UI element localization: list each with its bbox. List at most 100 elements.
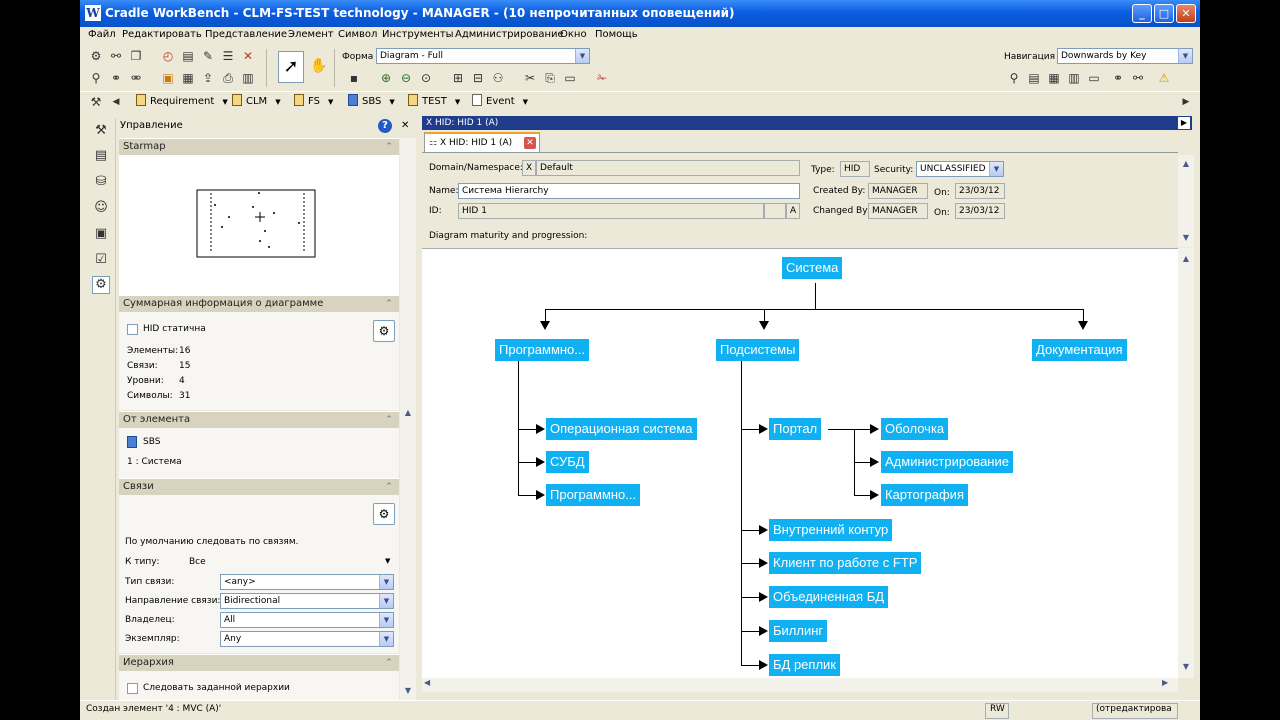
- security-select[interactable]: UNCLASSIFIED ▼: [916, 161, 1004, 177]
- list-icon[interactable]: ▤: [1026, 70, 1042, 86]
- category-event[interactable]: Event ▼: [472, 93, 528, 111]
- node-internal-circuit[interactable]: Внутренний контур: [769, 519, 893, 541]
- direction-select[interactable]: Bidirectional ▼: [220, 593, 394, 609]
- link-items-icon[interactable]: ⚯: [108, 48, 124, 64]
- menu-help[interactable]: Помощь: [595, 29, 638, 40]
- table-icon[interactable]: ▦: [1046, 70, 1062, 86]
- hid-static-checkbox[interactable]: [127, 324, 138, 335]
- category-fs[interactable]: FS ▼: [294, 93, 333, 111]
- node-administration[interactable]: Администрирование: [881, 451, 1013, 473]
- chevron-down-icon[interactable]: ▼: [989, 162, 1003, 176]
- category-requirement[interactable]: Requirement ▼: [136, 93, 228, 111]
- print-preview-icon[interactable]: ▦: [180, 70, 196, 86]
- chevron-right-icon[interactable]: ▶: [1178, 94, 1194, 110]
- chevron-down-icon[interactable]: ▼: [275, 98, 280, 106]
- menu-element[interactable]: Элемент: [288, 29, 334, 40]
- delete-icon[interactable]: ✕: [240, 48, 256, 64]
- node-united-db[interactable]: Объединенная БД: [769, 586, 889, 608]
- node-ftp-client[interactable]: Клиент по работе с FTP: [769, 552, 922, 574]
- hierarchy-header[interactable]: Иерархия ⌃: [119, 654, 399, 671]
- links-header[interactable]: Связи ⌃: [119, 478, 399, 495]
- id-field[interactable]: HID 1: [458, 203, 764, 219]
- from-element-item[interactable]: SBS: [143, 437, 160, 447]
- chevron-down-icon[interactable]: ▼: [1178, 49, 1192, 63]
- search-icon[interactable]: ⚲: [1006, 70, 1022, 86]
- node-replica-db[interactable]: БД реплик: [769, 654, 840, 676]
- chevron-down-icon[interactable]: ▼: [389, 98, 394, 106]
- tree-layout-icon[interactable]: ⊟: [470, 70, 486, 86]
- collapse-icon[interactable]: ⌃: [383, 414, 395, 426]
- navigation-select[interactable]: Downwards by Key ▼: [1057, 48, 1193, 64]
- zoom-in-icon[interactable]: ⊕: [378, 70, 394, 86]
- scroll-up-icon[interactable]: ▲: [1179, 157, 1193, 171]
- scroll-down-icon[interactable]: ▼: [1179, 231, 1193, 245]
- summary-header[interactable]: Суммарная информация о диаграмме ⌃: [119, 295, 399, 312]
- open-folder-icon[interactable]: ▣: [160, 70, 176, 86]
- binoculars-icon[interactable]: ⚇: [490, 70, 506, 86]
- edit-icon[interactable]: ✎: [200, 48, 216, 64]
- delete-cut-icon[interactable]: ✁: [594, 70, 610, 86]
- list-view-icon[interactable]: ▤: [92, 148, 110, 166]
- menu-tools[interactable]: Инструменты: [382, 29, 454, 40]
- chevron-down-icon[interactable]: ▼: [379, 575, 393, 589]
- select-pointer-icon[interactable]: ➚: [278, 51, 304, 83]
- node-dbms[interactable]: СУБД: [546, 451, 589, 473]
- document-icon[interactable]: ▭: [1086, 70, 1102, 86]
- domain-x-field[interactable]: X: [522, 160, 536, 176]
- chevron-right-icon[interactable]: ▶: [1178, 117, 1190, 129]
- tools-icon[interactable]: ⚒: [88, 94, 104, 110]
- node-documentation[interactable]: Документация: [1032, 339, 1127, 361]
- starmap-header[interactable]: Starmap ⌃: [119, 138, 399, 155]
- category-test[interactable]: TEST ▼: [408, 93, 460, 111]
- new-item-icon[interactable]: ⚙: [88, 48, 104, 64]
- chain-link-icon[interactable]: ⚯: [1130, 70, 1146, 86]
- node-software-2[interactable]: Программно...: [546, 484, 641, 506]
- node-portal[interactable]: Портал: [769, 418, 822, 440]
- tools-icon[interactable]: ⚒: [92, 123, 110, 141]
- created-by-field[interactable]: MANAGER: [868, 183, 928, 199]
- scroll-up-icon[interactable]: ▲: [1179, 252, 1193, 266]
- node-root[interactable]: Система: [782, 257, 843, 279]
- database-icon[interactable]: ⛁: [92, 174, 110, 192]
- starmap-view[interactable]: [119, 155, 399, 295]
- node-os[interactable]: Операционная система: [546, 418, 697, 440]
- chevron-down-icon[interactable]: ▼: [328, 98, 333, 106]
- control-panel-icon[interactable]: ⚙: [92, 276, 110, 294]
- category-sbs[interactable]: SBS ▼: [348, 93, 395, 111]
- instance-select[interactable]: Any ▼: [220, 631, 394, 647]
- page-setup-icon[interactable]: ▥: [240, 70, 256, 86]
- chevron-down-icon[interactable]: ▼: [379, 613, 393, 627]
- id-version-field[interactable]: A: [786, 203, 800, 219]
- zoom-out-icon[interactable]: ⊖: [398, 70, 414, 86]
- scroll-right-icon[interactable]: ▶: [1162, 678, 1168, 687]
- follow-hierarchy-checkbox[interactable]: [127, 683, 138, 694]
- left-panel-scrollbar[interactable]: ▲ ▼: [400, 138, 416, 700]
- collapse-icon[interactable]: ⌃: [383, 141, 395, 153]
- menu-admin[interactable]: Администрирование: [455, 29, 564, 40]
- name-field[interactable]: Система Hierarchy: [458, 183, 800, 199]
- relate-icon[interactable]: ⚮: [128, 70, 144, 86]
- canvas-hscrollbar[interactable]: ◀ ▶: [422, 678, 1178, 692]
- created-on-field[interactable]: 23/03/12: [955, 183, 1005, 199]
- properties-icon[interactable]: ☰: [220, 48, 236, 64]
- checklist-icon[interactable]: ☑: [92, 252, 110, 270]
- query-icon[interactable]: ⚲: [88, 70, 104, 86]
- zoom-fit-icon[interactable]: ⊙: [418, 70, 434, 86]
- layout-icon[interactable]: ⊞: [450, 70, 466, 86]
- close-tab-icon[interactable]: ✕: [524, 137, 536, 149]
- chevron-down-icon[interactable]: ▼: [523, 98, 528, 106]
- domain-field[interactable]: Default: [536, 160, 800, 176]
- node-subsystems[interactable]: Подсистемы: [716, 339, 800, 361]
- category-clm[interactable]: CLM ▼: [232, 93, 281, 111]
- scroll-up-icon[interactable]: ▲: [401, 406, 415, 420]
- clock-icon[interactable]: ◴: [160, 48, 176, 64]
- pan-hand-icon[interactable]: ✋: [310, 58, 327, 74]
- cut-icon[interactable]: ✂: [522, 70, 538, 86]
- tab-hid-1[interactable]: ⚏ X HID: HID 1 (A) ✕: [424, 132, 540, 152]
- copy-items-icon[interactable]: ❐: [128, 48, 144, 64]
- close-window-button[interactable]: ✕: [1176, 4, 1196, 23]
- menu-window[interactable]: Окно: [560, 29, 587, 40]
- properties-scrollbar[interactable]: ▲ ▼: [1178, 155, 1194, 247]
- forma-select[interactable]: Diagram - Full ▼: [376, 48, 590, 64]
- scroll-down-icon[interactable]: ▼: [1179, 660, 1193, 674]
